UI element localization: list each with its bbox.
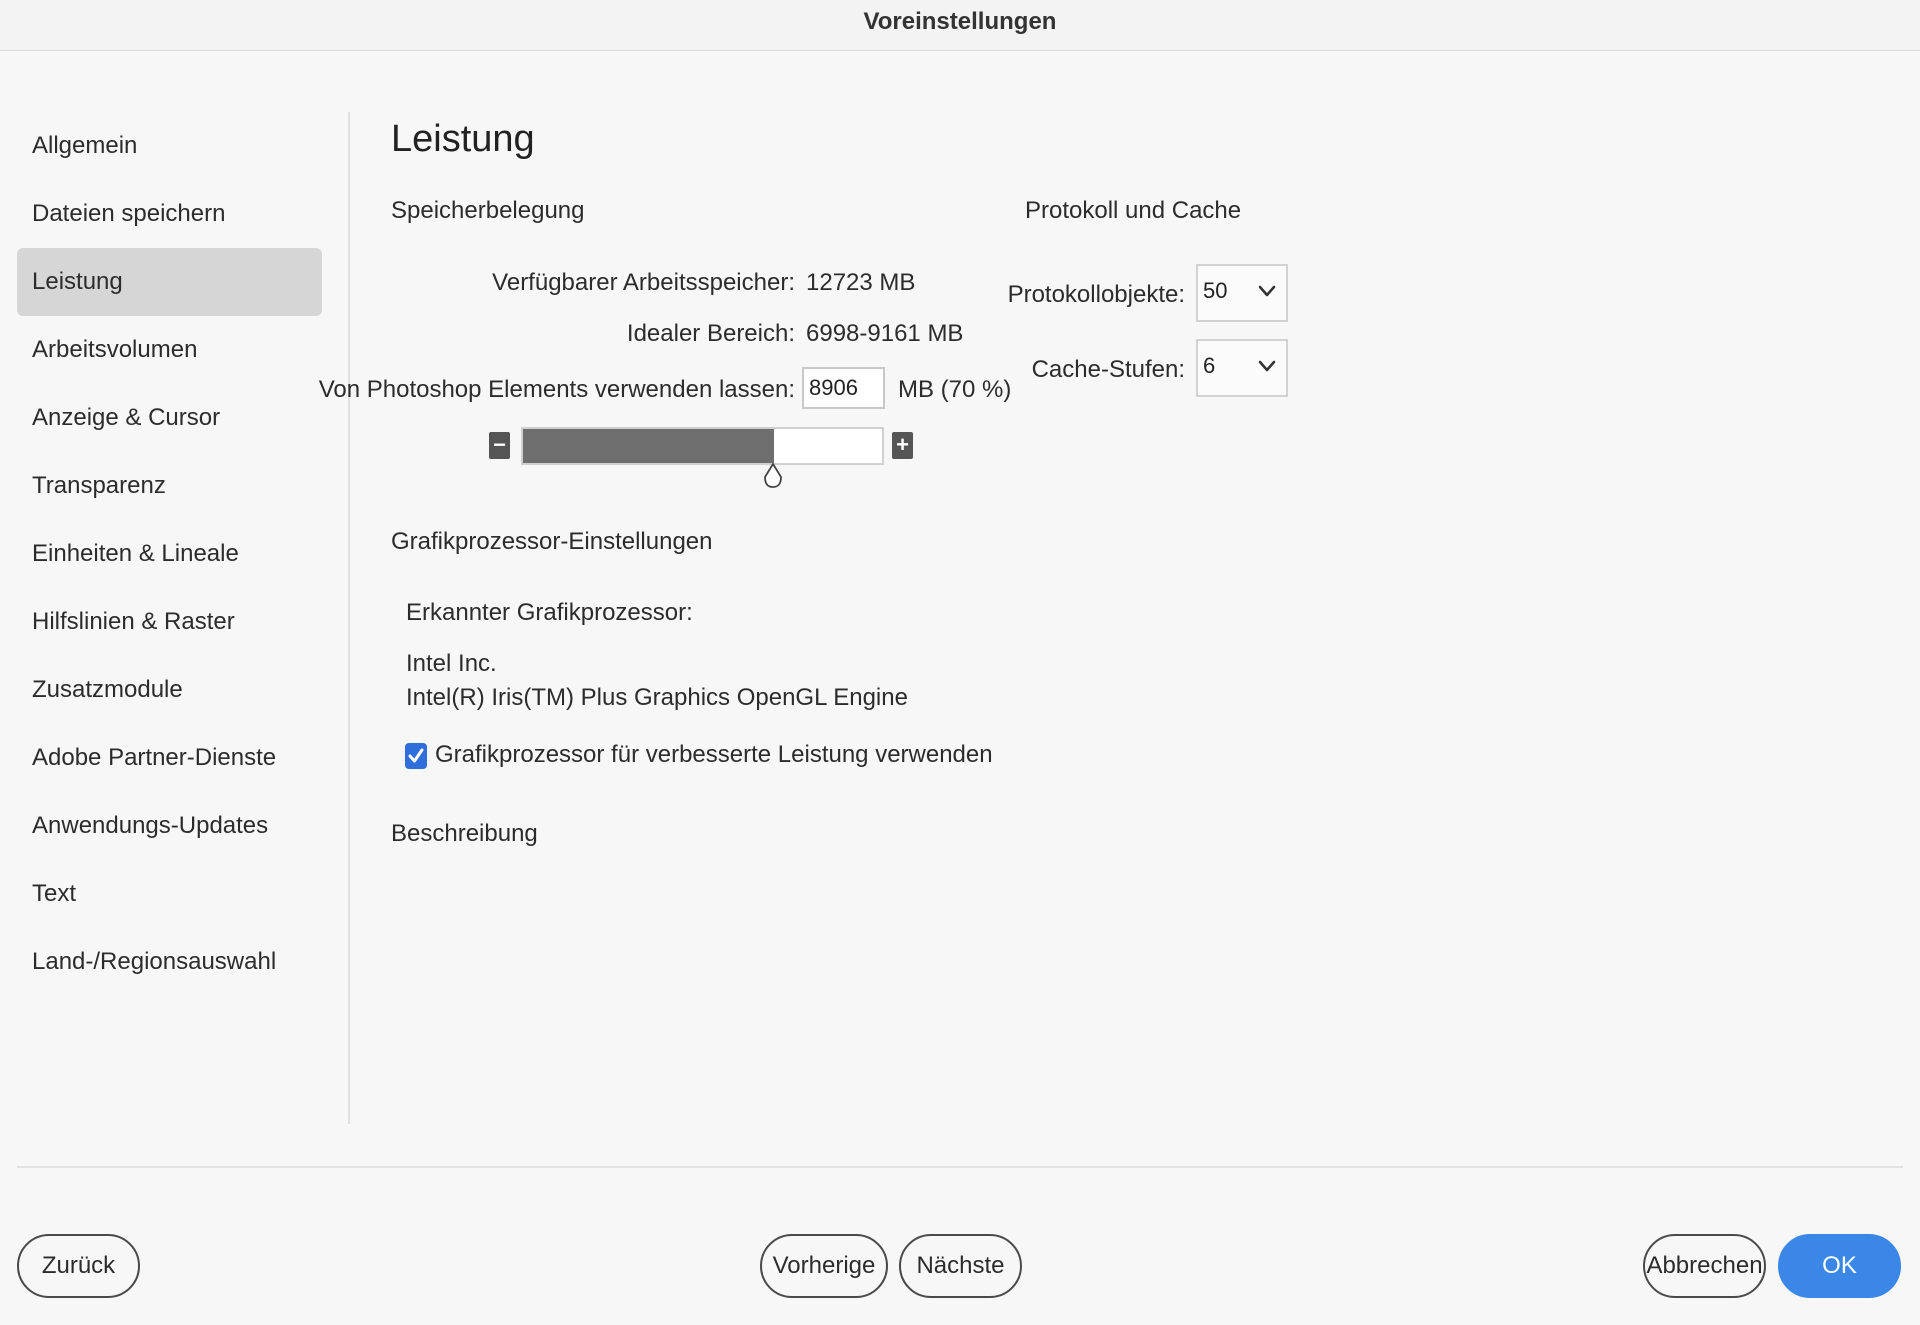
memory-decrease-button[interactable]: − (489, 432, 510, 459)
memory-slider[interactable] (521, 427, 884, 465)
history-states-dropdown[interactable]: 50 (1196, 264, 1288, 322)
page-title: Leistung (391, 118, 535, 160)
gpu-vendor: Intel Inc. (406, 650, 497, 677)
back-button[interactable]: Zurück (17, 1234, 140, 1298)
previous-button[interactable]: Vorherige (760, 1234, 888, 1298)
history-states-value: 50 (1203, 278, 1228, 303)
description-heading: Beschreibung (391, 820, 538, 847)
sidebar-divider (348, 112, 350, 1124)
ideal-range-value: 6998-9161 MB (806, 320, 964, 347)
checkmark-icon (408, 748, 424, 763)
cancel-button[interactable]: Abbrechen (1643, 1234, 1766, 1298)
sidebar-item-einheiten-lineale[interactable]: Einheiten & Lineale (17, 520, 322, 588)
sidebar-item-arbeitsvolumen[interactable]: Arbeitsvolumen (17, 316, 322, 384)
ideal-range-label: Idealer Bereich: (626, 320, 795, 347)
memory-section-heading: Speicherbelegung (391, 197, 585, 224)
cache-section-heading: Protokoll und Cache (1025, 197, 1242, 224)
sidebar-item-anzeige-cursor[interactable]: Anzeige & Cursor (17, 384, 322, 452)
sidebar-item-leistung[interactable]: Leistung (17, 248, 322, 316)
plus-icon: + (896, 432, 909, 457)
use-gpu-checkbox[interactable] (405, 743, 427, 769)
ok-button[interactable]: OK (1778, 1234, 1901, 1298)
gpu-renderer: Intel(R) Iris(TM) Plus Graphics OpenGL E… (406, 684, 908, 711)
sidebar-item-anwendungs-updates[interactable]: Anwendungs-Updates (17, 792, 322, 860)
available-memory-label: Verfügbarer Arbeitsspeicher: (492, 269, 795, 296)
cache-levels-dropdown[interactable]: 6 (1196, 339, 1288, 397)
memory-slider-fill (523, 429, 775, 463)
sidebar-item-land-regionsauswahl[interactable]: Land-/Regionsauswahl (17, 928, 322, 996)
detected-gpu-label: Erkannter Grafikprozessor: (406, 599, 693, 626)
sidebar-item-adobe-partner-dienste[interactable]: Adobe Partner-Dienste (17, 724, 322, 792)
available-memory-value: 12723 MB (806, 269, 916, 296)
chevron-down-icon (1258, 285, 1276, 297)
next-button[interactable]: Nächste (899, 1234, 1022, 1298)
cache-levels-label: Cache-Stufen: (1031, 356, 1185, 383)
footer-divider (17, 1166, 1903, 1168)
cache-levels-value: 6 (1203, 353, 1216, 378)
gpu-section-heading: Grafikprozessor-Einstellungen (391, 528, 713, 555)
memory-increase-button[interactable]: + (892, 432, 913, 459)
window-titlebar: Voreinstellungen (0, 0, 1920, 51)
sidebar-item-dateien-speichern[interactable]: Dateien speichern (17, 180, 322, 248)
chevron-down-icon (1258, 360, 1276, 372)
history-states-label: Protokollobjekte: (1007, 281, 1185, 308)
preferences-sidebar: Allgemein Dateien speichern Leistung Arb… (17, 112, 322, 996)
sidebar-item-zusatzmodule[interactable]: Zusatzmodule (17, 656, 322, 724)
sidebar-item-text[interactable]: Text (17, 860, 322, 928)
memory-slider-thumb[interactable] (763, 463, 783, 489)
memory-usage-label: Von Photoshop Elements verwenden lassen: (318, 376, 795, 403)
use-gpu-label[interactable]: Grafikprozessor für verbesserte Leistung… (435, 741, 993, 769)
sidebar-item-allgemein[interactable]: Allgemein (17, 112, 322, 180)
memory-usage-input[interactable] (802, 367, 885, 409)
minus-icon: − (493, 432, 506, 457)
window-title: Voreinstellungen (863, 8, 1057, 35)
sidebar-item-hilfslinien-raster[interactable]: Hilfslinien & Raster (17, 588, 322, 656)
memory-usage-unit: MB (70 %) (898, 376, 1012, 403)
sidebar-item-transparenz[interactable]: Transparenz (17, 452, 322, 520)
